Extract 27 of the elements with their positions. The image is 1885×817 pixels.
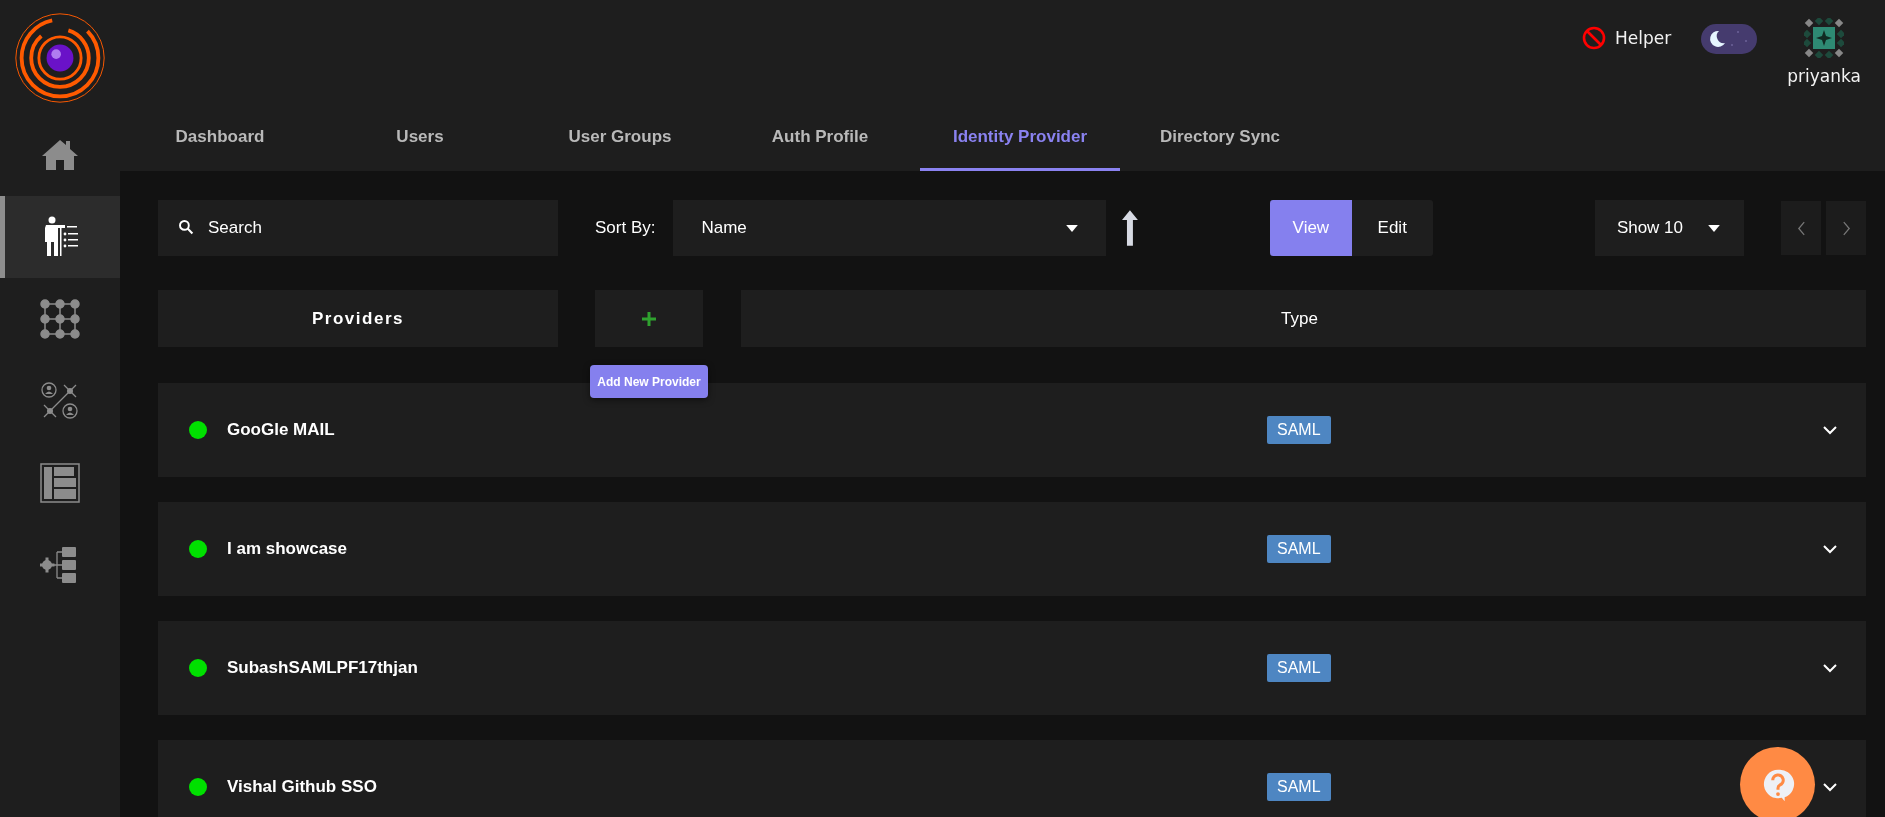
nav-tab[interactable]: User Groups bbox=[520, 106, 720, 171]
nav-tab[interactable]: Directory Sync bbox=[1120, 106, 1320, 171]
sort-label: Sort By: bbox=[595, 218, 656, 238]
provider-row[interactable]: SubashSAMLPF17thjan SAML bbox=[158, 621, 1866, 715]
nav-tab[interactable]: Users bbox=[320, 106, 520, 171]
type-tag: SAML bbox=[1267, 654, 1331, 682]
column-header: Providers bbox=[158, 290, 558, 347]
provider-name: I am showcase bbox=[227, 539, 348, 559]
provider-row[interactable]: Vishal Github SSO SAML bbox=[158, 740, 1866, 817]
nav-tab[interactable]: Dashboard bbox=[120, 106, 320, 171]
provider-name: GooGle MAIL bbox=[227, 420, 336, 440]
search-field[interactable]: Search bbox=[158, 200, 558, 256]
nav-tab[interactable]: Auth Profile bbox=[720, 106, 920, 171]
type-tag: SAML bbox=[1267, 773, 1331, 801]
column-header: Type bbox=[741, 290, 1866, 347]
type-tag: SAML bbox=[1267, 416, 1331, 444]
user-name[interactable]: priyanka bbox=[1787, 66, 1861, 86]
tooltip: Add New Provider bbox=[590, 365, 708, 398]
provider-row[interactable]: I am showcase SAML bbox=[158, 502, 1866, 596]
provider-name: Vishal Github SSO bbox=[227, 777, 378, 797]
mode-toggle[interactable]: Edit bbox=[1351, 200, 1433, 256]
nav-tab[interactable]: Identity Provider bbox=[920, 106, 1120, 171]
page-size-dropdown[interactable]: Show 10 bbox=[1594, 200, 1744, 256]
provider-name: SubashSAMLPF17thjan bbox=[227, 658, 419, 678]
type-tag: SAML bbox=[1267, 535, 1331, 563]
sort-dropdown[interactable]: Name bbox=[673, 200, 1107, 256]
helper-label: Helper bbox=[1615, 28, 1672, 48]
